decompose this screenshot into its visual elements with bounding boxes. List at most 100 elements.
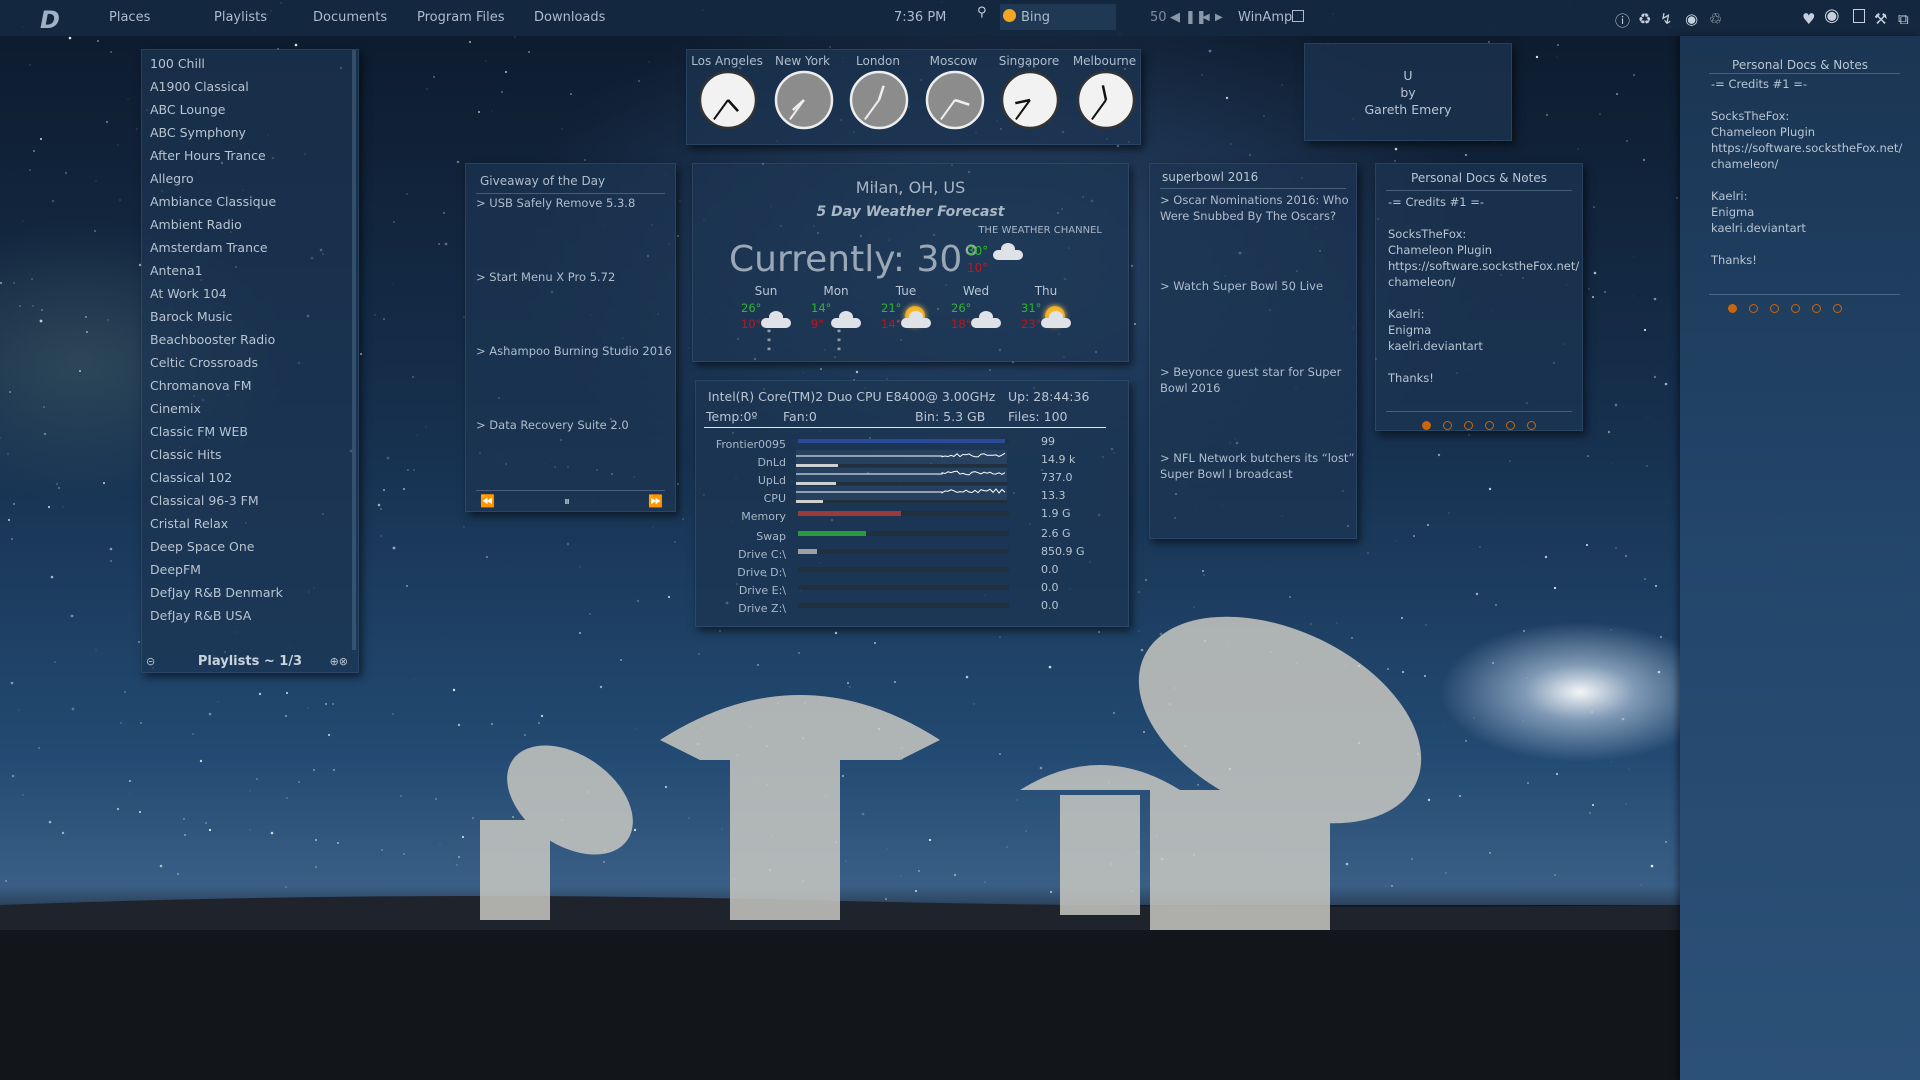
volume-level[interactable]: 50 <box>1150 10 1167 25</box>
metric-value: 99 <box>1041 435 1055 448</box>
page-dot-button[interactable] <box>1790 304 1800 313</box>
note-line <box>1711 172 1902 188</box>
page-dot-button[interactable] <box>1464 421 1473 430</box>
playlist-item[interactable]: Beachbooster Radio <box>150 332 275 347</box>
info-icon[interactable]: ⓘ <box>1615 10 1630 31</box>
playlist-item[interactable]: 100 Chill <box>150 56 205 71</box>
metric-bar <box>796 464 1007 467</box>
add-remove-icons[interactable]: ⊕⊗ <box>330 655 348 668</box>
forecast-high: 21° <box>881 301 902 315</box>
heart-icon[interactable]: ♥ <box>1802 10 1815 28</box>
playlist-item[interactable]: DefJay R&B Denmark <box>150 585 283 600</box>
metric-value: 14.9 k <box>1041 453 1076 466</box>
news-item[interactable]: > Beyonce guest star for Super Bowl 2016 <box>1160 364 1355 396</box>
cloudy-icon <box>993 243 1023 260</box>
playlist-item[interactable]: Cristal Relax <box>150 516 228 531</box>
menu-downloads[interactable]: Downloads <box>534 10 605 25</box>
playlist-item[interactable]: Antena1 <box>150 263 203 278</box>
playlist-item[interactable]: Chromanova FM <box>150 378 252 393</box>
giveaway-panel: Giveaway of the Day > USB Safely Remove … <box>465 163 676 512</box>
page-dot-button[interactable] <box>1811 304 1821 313</box>
page-dot-button[interactable] <box>1832 304 1842 313</box>
playlist-item[interactable]: Amsterdam Trance <box>150 240 268 255</box>
playlist-item[interactable]: Celtic Crossroads <box>150 355 258 370</box>
search-engine-label: Bing <box>1021 10 1051 25</box>
rewind-button[interactable]: ⏪ <box>480 494 495 508</box>
playlist-item[interactable]: Ambient Radio <box>150 217 242 232</box>
player-name[interactable]: WinAmp <box>1220 10 1292 25</box>
refresh-icon[interactable]: ♻ <box>1638 10 1651 28</box>
giveaway-item[interactable]: > Ashampoo Burning Studio 2016 <box>476 344 672 358</box>
restore-icon[interactable]: ⧉ <box>1898 10 1909 28</box>
playlist-item[interactable]: At Work 104 <box>150 286 227 301</box>
news-item[interactable]: > NFL Network butchers its “lost” Super … <box>1160 450 1355 482</box>
back-icon[interactable]: ◀ <box>1202 12 1210 23</box>
playlist-item[interactable]: ABC Symphony <box>150 125 246 140</box>
playlist-item[interactable]: Deep Space One <box>150 539 254 554</box>
playlist-item[interactable]: Barock Music <box>150 309 232 324</box>
page-dot-button[interactable] <box>1748 304 1758 313</box>
metric-label: Swap <box>756 530 786 543</box>
current-low: 10° <box>967 261 989 275</box>
playlist-item[interactable]: A1900 Classical <box>150 79 249 94</box>
playlist-item[interactable]: After Hours Trance <box>150 148 266 163</box>
page-dot-button[interactable] <box>1769 304 1779 313</box>
playlist-item[interactable]: DeepFM <box>150 562 201 577</box>
launcher-logo[interactable]: D <box>40 6 60 34</box>
playlist-item[interactable]: DefJay R&B USA <box>150 608 251 623</box>
page-dot-button[interactable] <box>1506 421 1515 430</box>
window-toggle-icon[interactable] <box>1292 10 1304 22</box>
metric-value: 13.3 <box>1041 489 1066 502</box>
fan-speed: Fan:0 <box>783 409 817 424</box>
pause-button[interactable]: ⏸ <box>564 494 570 509</box>
metric-value: 1.9 G <box>1041 507 1071 520</box>
menu-places[interactable]: Places <box>109 10 150 25</box>
prev-icon[interactable]: ◀ <box>1170 10 1180 25</box>
forecast-high: 26° <box>951 301 972 315</box>
page-dot-button[interactable] <box>1485 421 1494 430</box>
menu-documents[interactable]: Documents <box>313 10 387 25</box>
tools-icon[interactable]: ⚒ <box>1874 10 1887 28</box>
playlist-scrollbar[interactable] <box>352 50 356 650</box>
playlist-item[interactable]: ABC Lounge <box>150 102 225 117</box>
playlist-item[interactable]: Classic FM WEB <box>150 424 248 439</box>
playlist-item[interactable]: Ambiance Classique <box>150 194 276 209</box>
analog-clock-icon <box>774 70 834 130</box>
notes-body: -= Credits #1 =- SocksTheFox: Chameleon Pl… <box>1388 194 1579 386</box>
lightning-icon[interactable]: ↯ <box>1660 10 1673 28</box>
giveaway-item[interactable]: > USB Safely Remove 5.3.8 <box>476 196 635 210</box>
recycle-bin-icon[interactable]: ♲ <box>1709 10 1722 28</box>
fast-forward-button[interactable]: ⏩ <box>648 494 663 508</box>
playlist-item[interactable]: Allegro <box>150 171 194 186</box>
news-item[interactable]: > Watch Super Bowl 50 Live <box>1160 278 1355 294</box>
record-icon[interactable]: ◉ <box>1824 5 1840 26</box>
forecast-low: 14° <box>881 317 902 331</box>
page-dot-button[interactable] <box>1443 421 1452 430</box>
playlist-item[interactable]: Cinemix <box>150 401 201 416</box>
page-dot-button[interactable] <box>1527 421 1536 430</box>
metric-value: 0.0 <box>1041 581 1059 594</box>
metric-label: Frontier0095 <box>715 438 786 451</box>
giveaway-item[interactable]: > Start Menu X Pro 5.72 <box>476 270 615 284</box>
menu-program-files[interactable]: Program Files <box>417 10 505 25</box>
recycle-bin-size[interactable]: Bin: 5.3 GB <box>915 409 985 424</box>
page-dot-button[interactable] <box>1727 304 1737 313</box>
weather-provider[interactable]: THE WEATHER CHANNEL <box>978 225 1102 236</box>
playlist-item[interactable]: Classical 102 <box>150 470 232 485</box>
search-box[interactable] <box>1000 4 1116 30</box>
playlist-item[interactable]: Classic Hits <box>150 447 222 462</box>
bing-icon <box>1003 9 1016 22</box>
clock-time: 7:36 PM <box>894 10 947 25</box>
location-pin-icon[interactable]: ⚲ <box>977 5 987 20</box>
playlist-item[interactable]: Classical 96-3 FM <box>150 493 259 508</box>
window-icon[interactable] <box>1853 9 1865 23</box>
sidebar-notes-pager <box>1689 298 1880 317</box>
note-line <box>1388 290 1579 306</box>
giveaway-item[interactable]: > Data Recovery Suite 2.0 <box>476 418 629 432</box>
news-item[interactable]: > Oscar Nominations 2016: Who Were Snubb… <box>1160 192 1355 224</box>
note-line <box>1388 354 1579 370</box>
page-dot-button[interactable] <box>1422 421 1431 430</box>
eye-icon[interactable]: ◉ <box>1685 10 1698 28</box>
menu-playlists[interactable]: Playlists <box>214 10 267 25</box>
forecast-low: 9° <box>811 317 825 331</box>
